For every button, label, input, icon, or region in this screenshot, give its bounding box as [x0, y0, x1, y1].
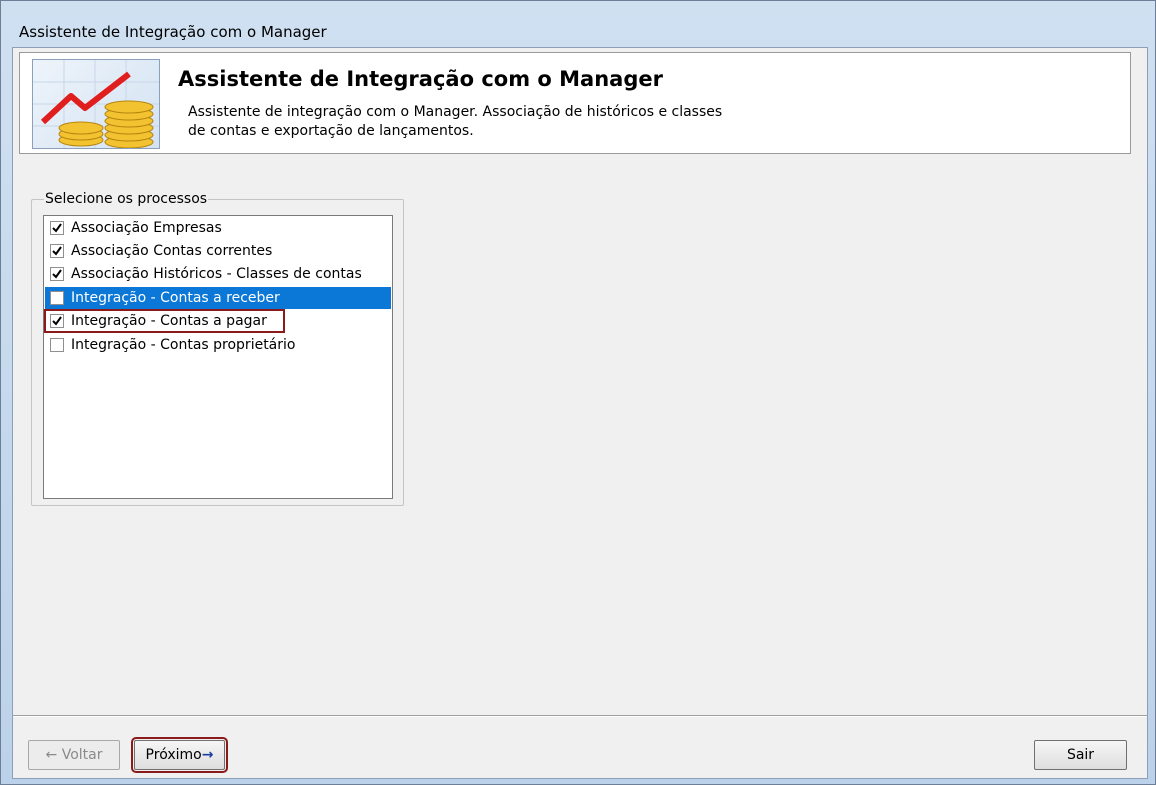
wizard-window: Assistente de Integração com o Manager A… [0, 0, 1156, 785]
process-item-associacao-historicos[interactable]: Associação Históricos - Classes de conta… [45, 263, 391, 285]
process-item-label: Associação Históricos - Classes de conta… [71, 266, 362, 282]
window-title: Assistente de Integração com o Manager [19, 23, 327, 41]
process-item-label: Associação Contas correntes [71, 243, 273, 259]
title-bar[interactable]: Assistente de Integração com o Manager [1, 1, 1155, 41]
checkbox-unchecked[interactable] [50, 291, 64, 305]
checkbox-checked[interactable] [50, 267, 64, 281]
right-arrow-icon: → [201, 747, 214, 763]
wizard-description: Assistente de integração com o Manager. … [188, 103, 808, 141]
checkbox-checked[interactable] [50, 244, 64, 258]
process-groupbox: Selecione os processos Associação Empres… [31, 191, 404, 506]
process-item-label: Integração - Contas a receber [71, 290, 280, 306]
next-button[interactable]: Próximo→ [131, 737, 228, 773]
back-button-label: Voltar [61, 747, 103, 763]
exit-button[interactable]: Sair [1034, 740, 1127, 770]
process-item-label: Integração - Contas proprietário [71, 337, 296, 353]
process-item-contas-a-pagar[interactable]: Integração - Contas a pagar [44, 309, 285, 333]
exit-button-label: Sair [1066, 747, 1095, 763]
footer-separator [13, 715, 1147, 717]
description-line-2: de contas e exportação de lançamentos. [188, 123, 474, 139]
checkbox-checked[interactable] [50, 314, 64, 328]
next-button-label: Próximo [145, 747, 202, 763]
checkbox-unchecked[interactable] [50, 338, 64, 352]
process-item-label: Integração - Contas a pagar [71, 313, 267, 329]
process-group-legend: Selecione os processos [44, 191, 209, 207]
left-arrow-icon: ← [45, 747, 58, 763]
wizard-header: Assistente de Integração com o Manager A… [19, 52, 1131, 154]
back-button[interactable]: ← Voltar [28, 740, 120, 770]
checkbox-checked[interactable] [50, 221, 64, 235]
process-item-label: Associação Empresas [71, 220, 222, 236]
process-checklist[interactable]: Associação Empresas Associação Contas co… [43, 215, 393, 499]
process-item-associacao-contas-correntes[interactable]: Associação Contas correntes [45, 240, 391, 262]
description-line-1: Assistente de integração com o Manager. … [188, 104, 723, 120]
process-item-contas-proprietario[interactable]: Integração - Contas proprietário [45, 334, 391, 356]
wizard-title: Assistente de Integração com o Manager [178, 67, 663, 91]
process-item-associacao-empresas[interactable]: Associação Empresas [45, 217, 391, 239]
wizard-client-area: Assistente de Integração com o Manager A… [12, 47, 1148, 779]
chart-coins-icon [32, 59, 160, 149]
process-item-contas-a-receber[interactable]: Integração - Contas a receber [45, 287, 391, 309]
